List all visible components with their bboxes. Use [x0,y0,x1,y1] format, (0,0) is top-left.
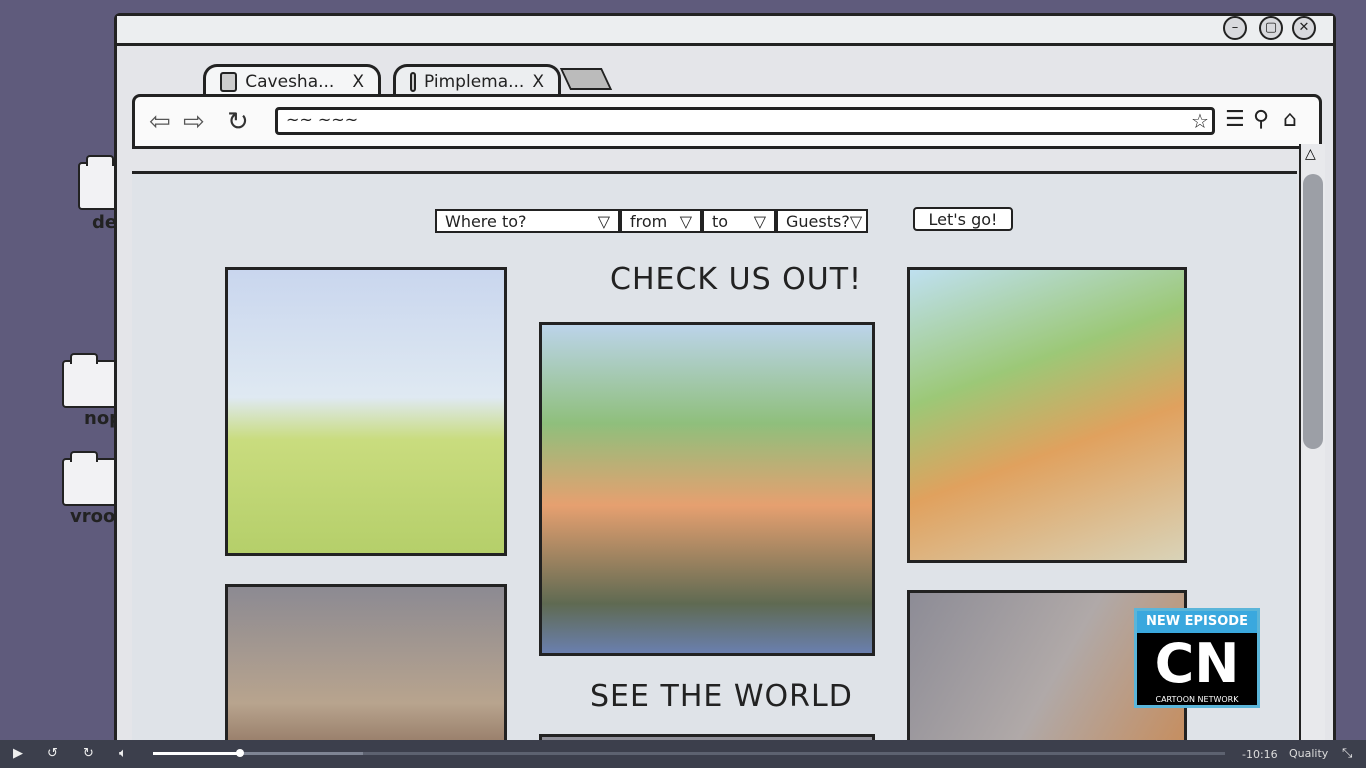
network-name: CARTOON NETWORK [1155,695,1239,704]
video-controls: ▶ ↺ ↻ 🔈︎ -10:16 Quality ⤡ [0,740,1366,768]
web-page: Where to? ▽ from ▽ to ▽ Guests? ▽ Let's go! … [132,171,1297,756]
desktop-folder-icon[interactable] [62,451,120,506]
guests-select[interactable]: Guests? ▽ [776,209,868,233]
tab-pimplema[interactable]: Pimplema... X [393,64,561,96]
played-range [153,752,240,755]
tab-caveshare[interactable]: Cavesha... X [203,64,381,96]
cn-logo-text: CN [1154,632,1240,695]
tab-label: Pimplema... [424,71,525,92]
seek-bar[interactable] [153,749,1225,757]
maximize-button[interactable]: ▢ [1259,16,1283,40]
tab-close-icon[interactable]: X [352,72,364,92]
dropdown-arrow-icon: ▽ [679,211,692,231]
to-date-select[interactable]: to ▽ [702,209,776,233]
home-icon[interactable]: ⌂ [1283,107,1297,132]
cave-photo-left[interactable] [225,584,507,756]
dropdown-arrow-icon: ▽ [753,211,766,231]
vertical-scrollbar[interactable]: △ ▽ [1299,144,1325,756]
exit-fullscreen-icon[interactable]: ⤡ [1342,746,1352,761]
desktop-folder-label: vroo [70,506,116,527]
heading-see-the-world: SEE THE WORLD [590,679,853,714]
lets-go-button[interactable]: Let's go! [913,207,1013,231]
tab-favicon-icon [410,71,417,92]
close-button[interactable]: ✕ [1292,16,1316,40]
cartoon-network-logo: NEW EPISODE CN CARTOON NETWORK [1134,608,1260,708]
tab-favicon-icon [220,71,238,92]
to-label: to [712,211,729,231]
selfie-photo[interactable] [539,322,875,656]
back-arrow-icon[interactable]: ⇦ [149,107,171,137]
tab-close-icon[interactable]: X [532,72,544,92]
time-remaining: -10:16 [1242,748,1278,761]
tab-label: Cavesha... [245,71,335,92]
scrollbar-thumb[interactable] [1303,174,1323,449]
forward-10-icon[interactable]: ↻ [83,746,94,761]
new-episode-badge: NEW EPISODE [1137,611,1257,633]
heading-check-us-out: CHECK US OUT! [610,262,863,297]
search-icon[interactable]: ⚲ [1253,107,1269,132]
where-to-select[interactable]: Where to? ▽ [435,209,620,233]
scroll-up-icon[interactable]: △ [1305,146,1316,162]
where-label: Where to? [445,211,527,231]
bookmark-star-icon[interactable]: ☆ [1191,109,1209,133]
dropdown-arrow-icon: ▽ [849,211,863,231]
dropdown-arrow-icon: ▽ [597,211,610,231]
seek-handle[interactable] [235,749,244,757]
play-icon[interactable]: ▶ [13,746,23,761]
quality-button[interactable]: Quality [1289,747,1328,760]
hikers-photo[interactable] [225,267,507,556]
from-date-select[interactable]: from ▽ [620,209,702,233]
menu-icon[interactable]: ☰ [1225,107,1245,132]
forward-arrow-icon[interactable]: ⇨ [183,107,205,137]
camping-photo[interactable] [907,267,1187,563]
title-bar: – ▢ ✕ [117,16,1333,46]
guests-label: Guests? [786,211,850,231]
reload-icon[interactable]: ↻ [227,107,249,137]
rewind-10-icon[interactable]: ↺ [47,746,58,761]
desktop-folder-icon[interactable] [62,353,120,408]
from-label: from [630,211,668,231]
url-text: ~~ ~~~ [286,110,359,129]
volume-icon[interactable]: 🔈︎ [119,746,127,761]
address-bar[interactable]: ~~ ~~~ [275,107,1215,135]
minimize-button[interactable]: – [1223,16,1247,40]
new-tab-button[interactable] [559,68,613,90]
browser-toolbar: ⇦ ⇨ ↻ ~~ ~~~ ☆ ☰ ⚲ ⌂ [132,94,1322,149]
